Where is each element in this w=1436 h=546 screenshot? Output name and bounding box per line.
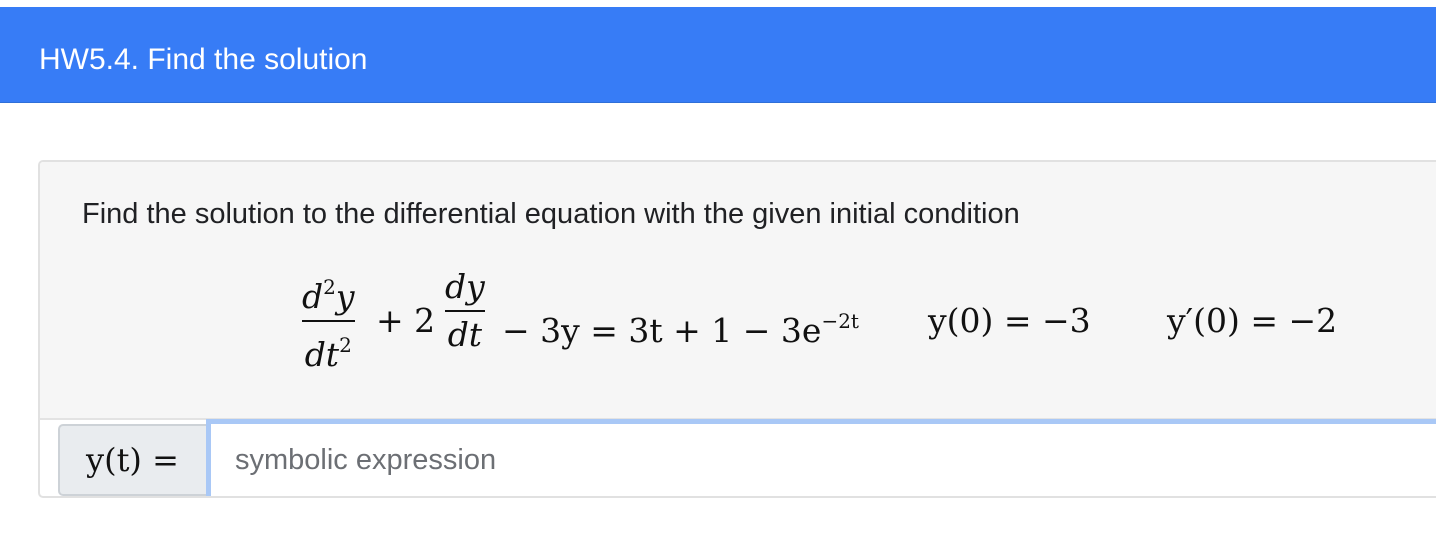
plus-two: + 2 [376,301,436,340]
answer-label-addon: y(t) = [58,424,208,496]
second-derivative-fraction: d2y dt2 [302,268,355,374]
frac1-den: dt [304,335,340,374]
equation-rhs-main: − 3y = 3t + 1 − 3e [502,311,822,350]
frac2-num: dy [445,267,485,306]
frac2-den: dt [447,315,483,354]
answer-input[interactable] [206,419,1436,496]
initial-condition-y: y(0) = −3 [928,301,1091,340]
first-derivative-fraction: dy dt [445,268,485,354]
frac1-num-d: d [302,277,324,316]
frac1-num-sup: 2 [323,275,336,299]
fraction-bar [445,310,485,312]
answer-label: y(t) = [86,441,179,479]
equation-rhs: − 3y = 3t + 1 − 3e−2t [502,301,859,351]
question-title: HW5.4. Find the solution [39,43,368,76]
question-header: HW5.4. Find the solution [0,7,1436,103]
frac1-num-y: y [335,277,355,316]
fraction-bar [302,320,355,322]
frac1-den-sup: 2 [339,333,352,357]
question-body: Find the solution to the differential eq… [40,162,1436,420]
initial-condition-yprime: y′(0) = −2 [1167,301,1338,340]
question-card: Find the solution to the differential eq… [38,160,1436,498]
equation-rhs-exponent: −2t [821,309,859,333]
question-prompt: Find the solution to the differential eq… [82,198,1020,230]
